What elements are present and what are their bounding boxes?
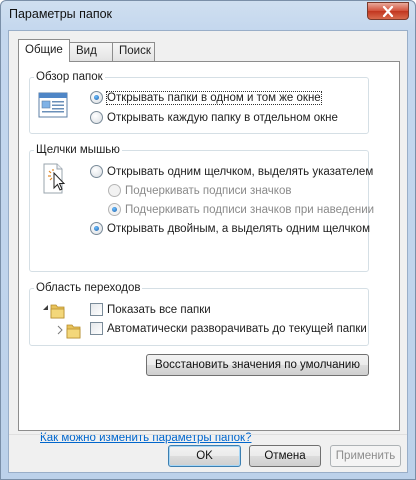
radio-underline-always-control[interactable] <box>108 184 121 197</box>
checkbox-auto-expand[interactable]: Автоматически разворачивать до текущей п… <box>90 322 367 335</box>
tab-panel-general: Обзор папок Открывать папки в одном и то… <box>18 61 400 444</box>
checkbox-auto-expand-label: Автоматически разворачивать до текущей п… <box>107 322 367 335</box>
folder-options-window: Параметры папок Общие Вид Поиск Обзор па… <box>0 0 416 480</box>
ok-button[interactable]: OK <box>168 445 241 467</box>
radio-double-click-control[interactable] <box>90 222 103 235</box>
radio-underline-hover-control[interactable] <box>108 203 121 216</box>
tree-expanded-folder-icon <box>43 304 65 319</box>
tree-collapsed-folder-icon <box>57 324 81 339</box>
radio-underline-hover[interactable]: Подчеркивать подписи значков при наведен… <box>108 203 374 216</box>
radio-single-click-control[interactable] <box>90 165 103 178</box>
radio-double-click[interactable]: Открывать двойным, а выделять одним щелч… <box>90 222 370 235</box>
window-layout-icon <box>38 92 68 118</box>
radio-underline-always-label: Подчеркивать подписи значков <box>125 184 292 197</box>
restore-defaults-button[interactable]: Восстановить значения по умолчанию <box>146 354 369 376</box>
dialog-client: Общие Вид Поиск Обзор папок Открывать па… <box>8 30 408 473</box>
radio-separate-window[interactable]: Открывать каждую папку в отдельном окне <box>90 111 338 124</box>
radio-single-click-label: Открывать одним щелчком, выделять указат… <box>107 165 374 178</box>
pointer-click-icon <box>43 163 66 194</box>
checkbox-show-all-folders-control[interactable] <box>90 303 103 316</box>
tab-general[interactable]: Общие <box>18 39 70 62</box>
checkbox-show-all-folders[interactable]: Показать все папки <box>90 303 211 316</box>
checkbox-auto-expand-control[interactable] <box>90 322 103 335</box>
title-bar[interactable]: Параметры папок <box>1 1 415 29</box>
button-separator <box>9 434 407 435</box>
tab-view[interactable]: Вид <box>69 42 113 61</box>
browse-folders-legend: Обзор папок <box>36 71 103 83</box>
radio-underline-always[interactable]: Подчеркивать подписи значков <box>108 184 291 197</box>
radio-single-click[interactable]: Открывать одним щелчком, выделять указат… <box>90 165 373 178</box>
cancel-button[interactable]: Отмена <box>249 445 321 467</box>
radio-separate-window-control[interactable] <box>90 111 103 124</box>
window-title: Параметры папок <box>9 7 113 21</box>
close-button[interactable] <box>367 2 409 20</box>
checkbox-show-all-folders-label: Показать все папки <box>107 303 211 316</box>
radio-same-window-label: Открывать папки в одном и том же окне <box>106 90 322 105</box>
radio-same-window[interactable]: Открывать папки в одном и том же окне <box>90 90 322 105</box>
radio-underline-hover-label: Подчеркивать подписи значков при наведен… <box>125 203 375 216</box>
radio-double-click-label: Открывать двойным, а выделять одним щелч… <box>107 222 370 235</box>
close-icon <box>382 5 394 17</box>
radio-same-window-control[interactable] <box>90 91 103 104</box>
apply-button[interactable]: Применить <box>330 445 401 467</box>
radio-separate-window-label: Открывать каждую папку в отдельном окне <box>107 111 338 124</box>
navigation-pane-legend: Область переходов <box>36 282 141 294</box>
tab-search[interactable]: Поиск <box>112 42 155 61</box>
mouse-clicks-legend: Щелчки мышью <box>36 144 120 156</box>
